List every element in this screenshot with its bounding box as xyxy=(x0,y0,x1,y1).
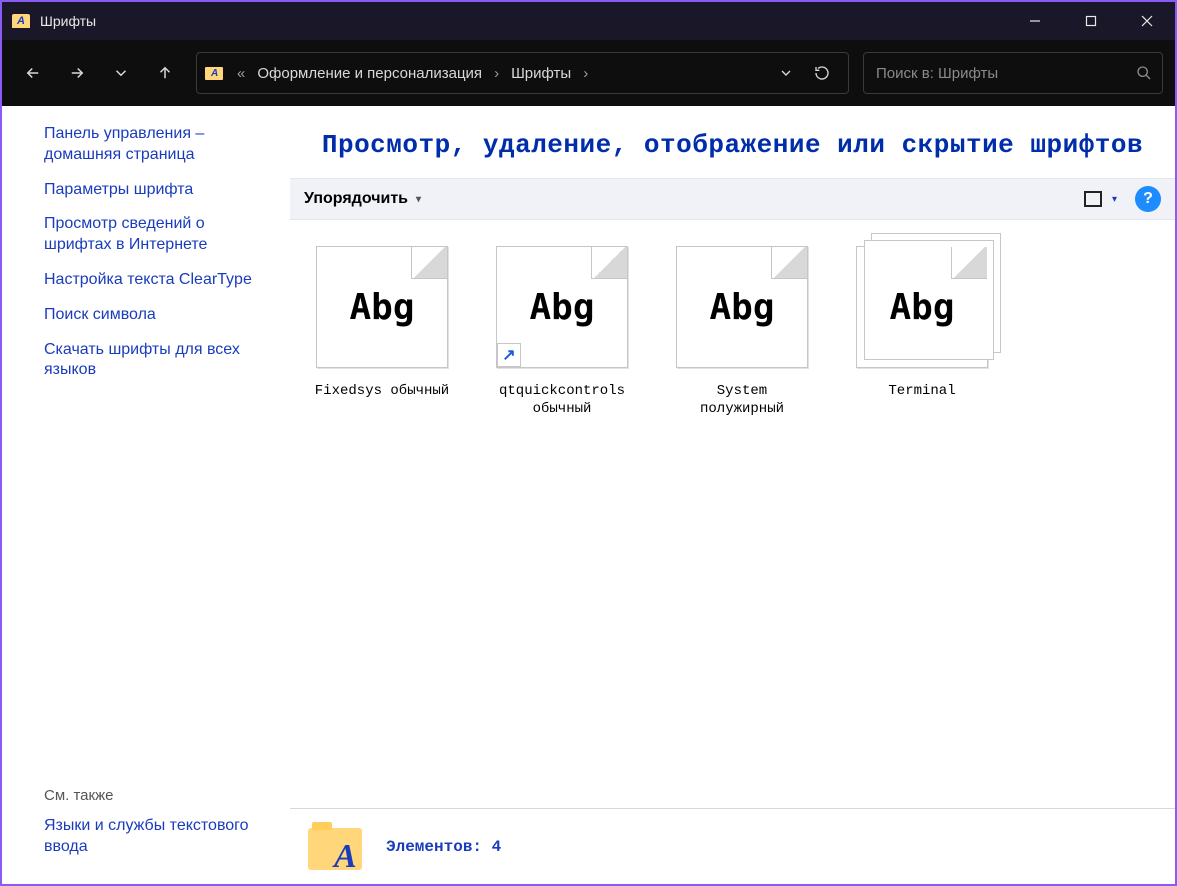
see-also-label: См. также xyxy=(44,787,268,804)
search-box[interactable] xyxy=(863,52,1163,94)
font-thumb: Abg xyxy=(856,246,988,368)
history-dropdown[interactable] xyxy=(102,54,140,92)
caret-down-icon: ▾ xyxy=(1112,194,1117,205)
sidenav: Панель управления – домашняя страница Па… xyxy=(2,106,290,884)
forward-button[interactable] xyxy=(58,54,96,92)
breadcrumb-item[interactable]: Шрифты xyxy=(505,65,577,82)
organize-label: Упорядочить xyxy=(304,190,408,208)
organize-menu[interactable]: Упорядочить ▾ xyxy=(304,190,421,208)
body: Панель управления – домашняя страница Па… xyxy=(0,106,1177,886)
page-heading: Просмотр, удаление, отображение или скры… xyxy=(290,106,1175,178)
window-controls xyxy=(1007,1,1175,41)
font-label: System полужирный xyxy=(672,382,812,418)
sidenav-link-home[interactable]: Панель управления – домашняя страница xyxy=(44,124,268,166)
font-preview: Abg xyxy=(677,247,807,367)
refresh-button[interactable] xyxy=(804,55,840,91)
maximize-button[interactable] xyxy=(1063,1,1119,41)
breadcrumb-item[interactable]: Оформление и персонализация xyxy=(251,65,488,82)
sidenav-link-online[interactable]: Просмотр сведений о шрифтах в Интернете xyxy=(44,214,268,256)
sidenav-link-download[interactable]: Скачать шрифты для всех языков xyxy=(44,340,268,382)
caret-down-icon: ▾ xyxy=(416,194,421,205)
layout-icon xyxy=(1084,191,1102,207)
titlebar: A Шрифты xyxy=(0,0,1177,40)
app-icon: A xyxy=(12,12,30,30)
statusbar: A Элементов: 4 xyxy=(290,808,1175,884)
shortcut-overlay-icon: ↗ xyxy=(497,343,521,367)
back-button[interactable] xyxy=(14,54,52,92)
help-button[interactable]: ? xyxy=(1135,186,1161,212)
minimize-button[interactable] xyxy=(1007,1,1063,41)
toolbar: Упорядочить ▾ ▾ ? xyxy=(290,178,1175,220)
address-bar[interactable]: A « Оформление и персонализация › Шрифты… xyxy=(196,52,849,94)
font-thumb: Abg xyxy=(676,246,808,368)
font-label: Fixedsys обычный xyxy=(312,382,452,400)
navbar: A « Оформление и персонализация › Шрифты… xyxy=(0,40,1177,106)
font-label: Terminal xyxy=(852,382,992,400)
up-button[interactable] xyxy=(146,54,184,92)
sidenav-link-charmap[interactable]: Поиск символа xyxy=(44,305,268,326)
chevron-right-icon: › xyxy=(577,65,594,82)
search-icon xyxy=(1136,65,1152,81)
font-thumb: Abg xyxy=(316,246,448,368)
address-dropdown[interactable] xyxy=(768,55,804,91)
sidenav-link-languages[interactable]: Языки и службы текстового ввода xyxy=(44,816,268,858)
font-preview: Abg xyxy=(317,247,447,367)
font-item[interactable]: Abg Fixedsys обычный xyxy=(312,246,452,400)
view-options[interactable]: ▾ xyxy=(1084,191,1117,207)
font-item[interactable]: Abg System полужирный xyxy=(672,246,812,418)
folder-icon: A xyxy=(205,64,223,82)
font-label: qtquickcontrols обычный xyxy=(492,382,632,418)
font-preview: Abg xyxy=(857,247,987,367)
close-button[interactable] xyxy=(1119,1,1175,41)
font-item[interactable]: Abg Terminal xyxy=(852,246,992,400)
fonts-folder-icon: A xyxy=(308,820,362,874)
font-grid: Abg Fixedsys обычный Abg ↗ qtquickcontro… xyxy=(290,220,1175,444)
sidenav-link-cleartype[interactable]: Настройка текста ClearType xyxy=(44,270,268,291)
chevron-right-icon: › xyxy=(488,65,505,82)
breadcrumb-prefix: « xyxy=(231,65,251,82)
font-item[interactable]: Abg ↗ qtquickcontrols обычный xyxy=(492,246,632,418)
sidenav-link-settings[interactable]: Параметры шрифта xyxy=(44,180,268,201)
main: Просмотр, удаление, отображение или скры… xyxy=(290,106,1175,884)
window-title: Шрифты xyxy=(40,13,96,29)
search-input[interactable] xyxy=(874,64,1136,83)
status-text: Элементов: 4 xyxy=(386,838,501,856)
font-thumb: Abg ↗ xyxy=(496,246,628,368)
